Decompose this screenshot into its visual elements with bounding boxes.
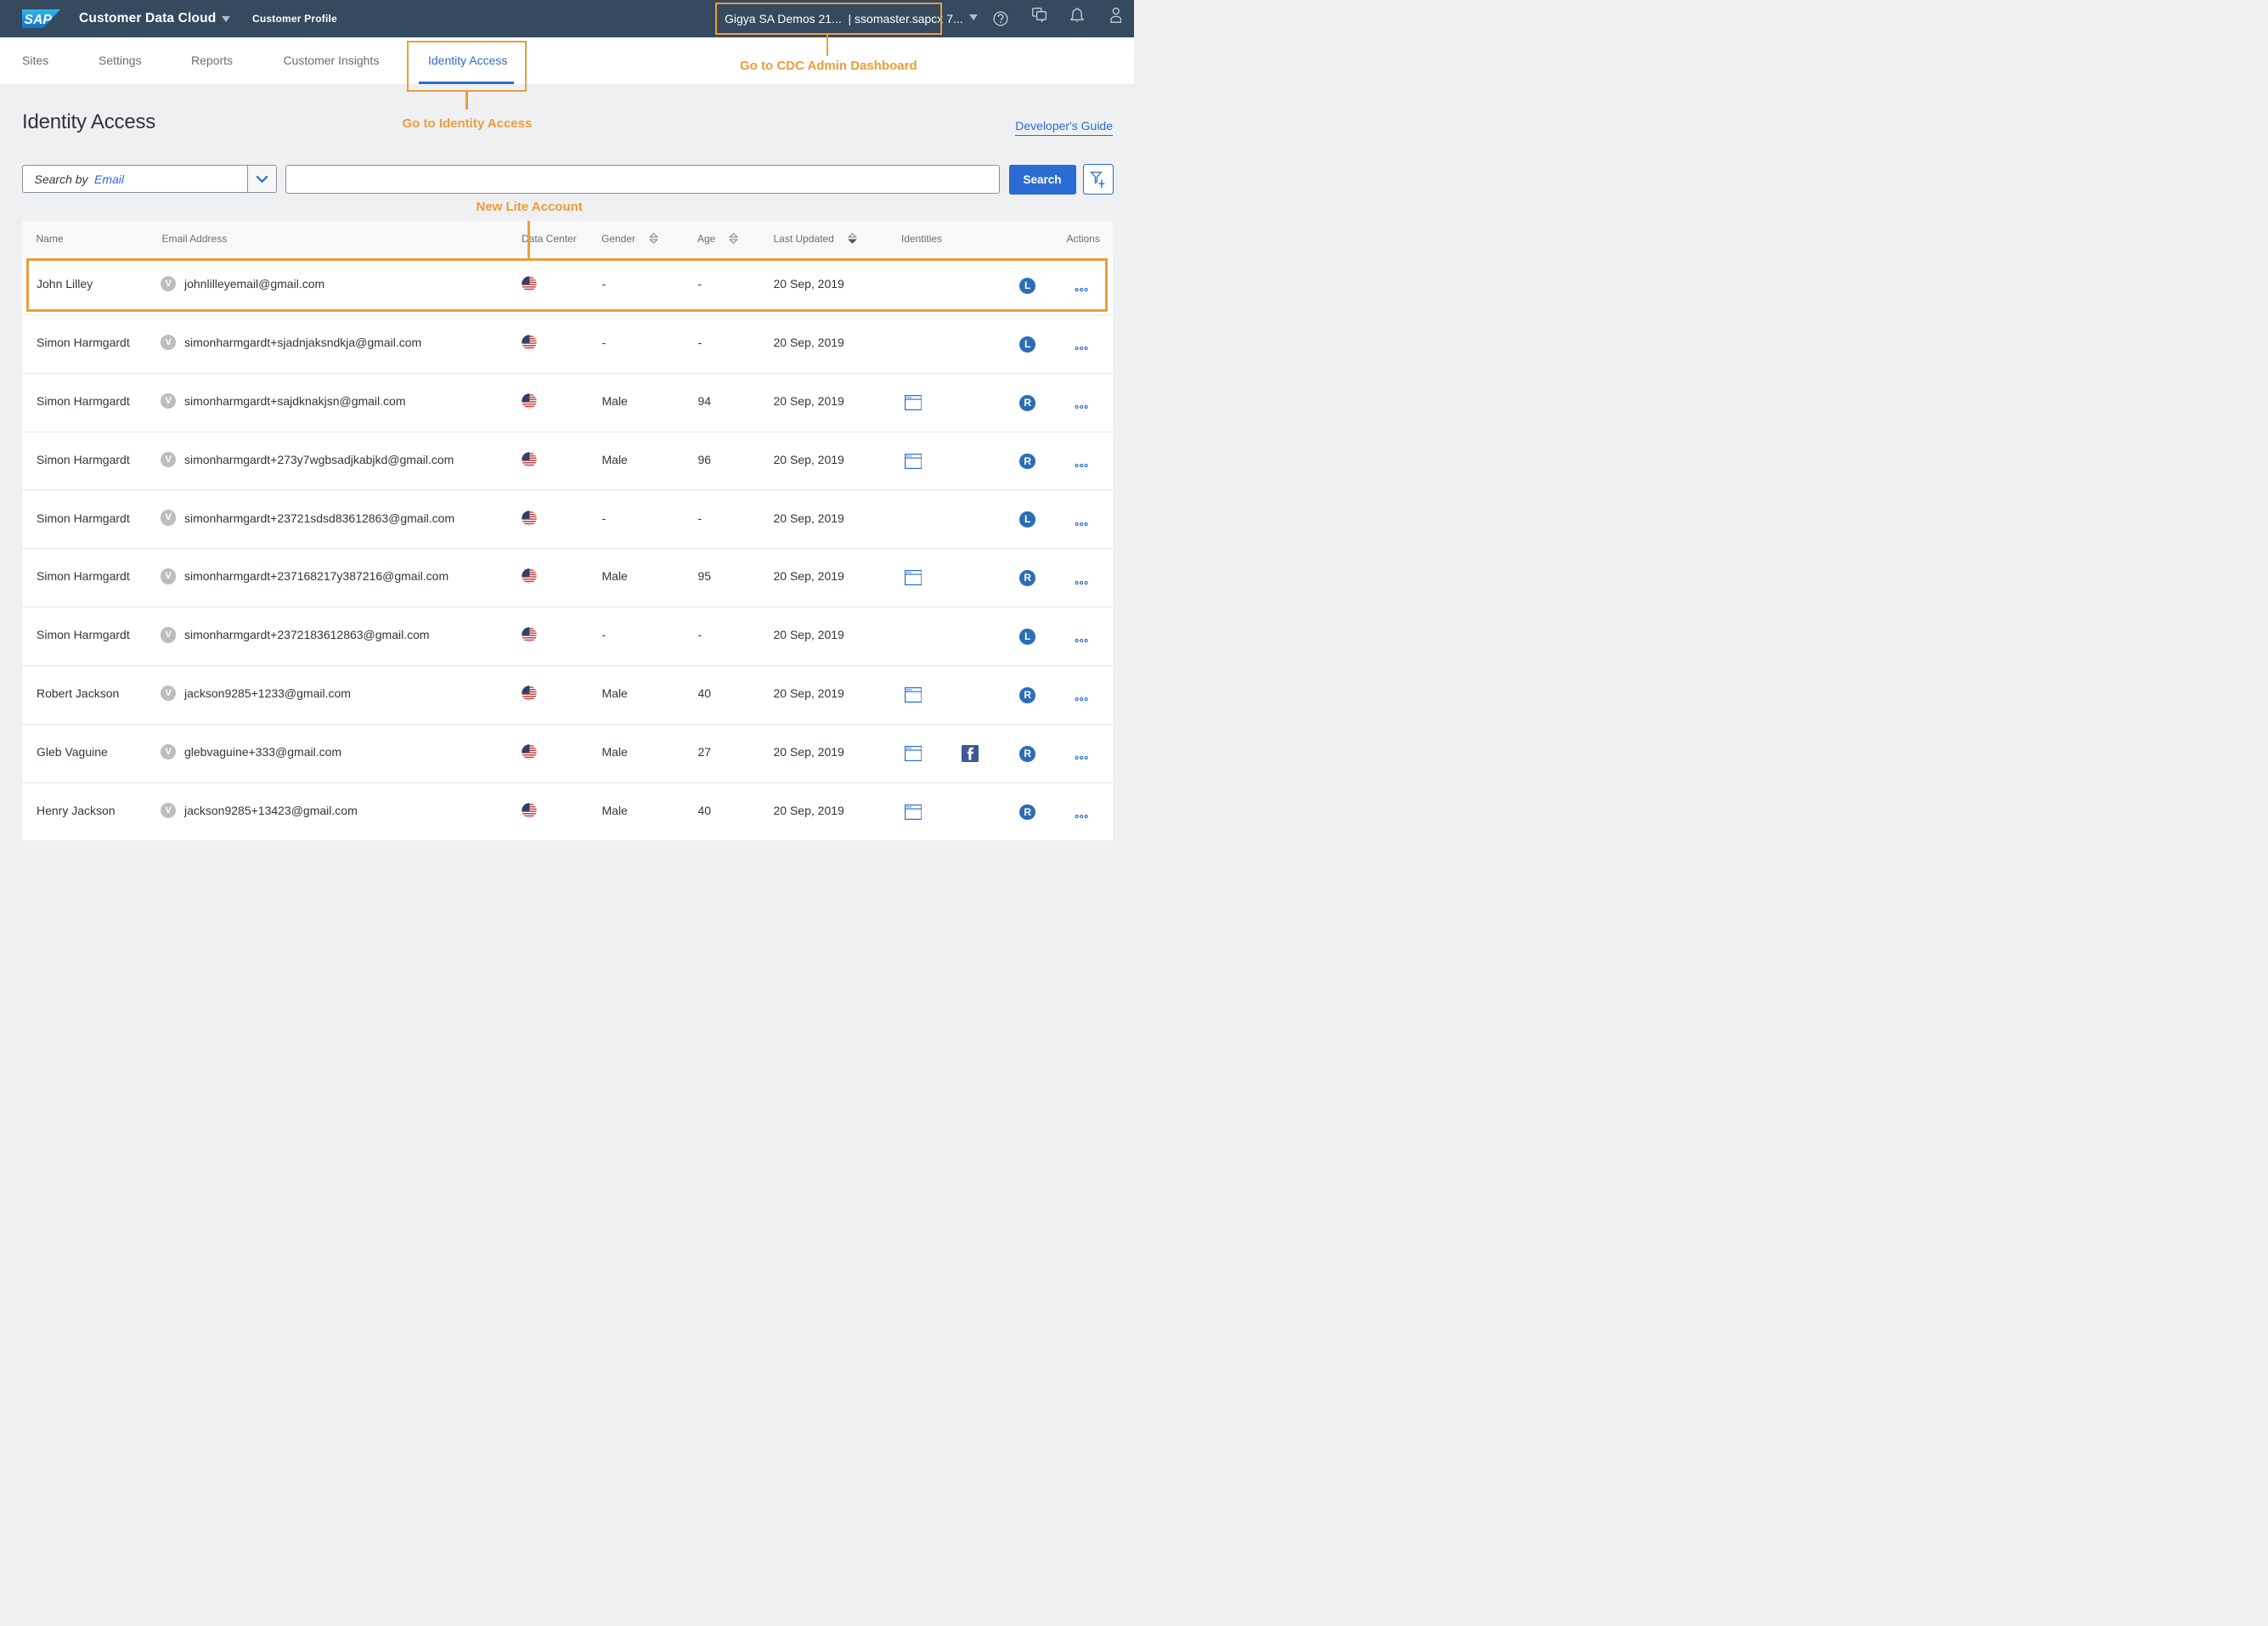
svg-text:SAP: SAP: [25, 13, 53, 27]
